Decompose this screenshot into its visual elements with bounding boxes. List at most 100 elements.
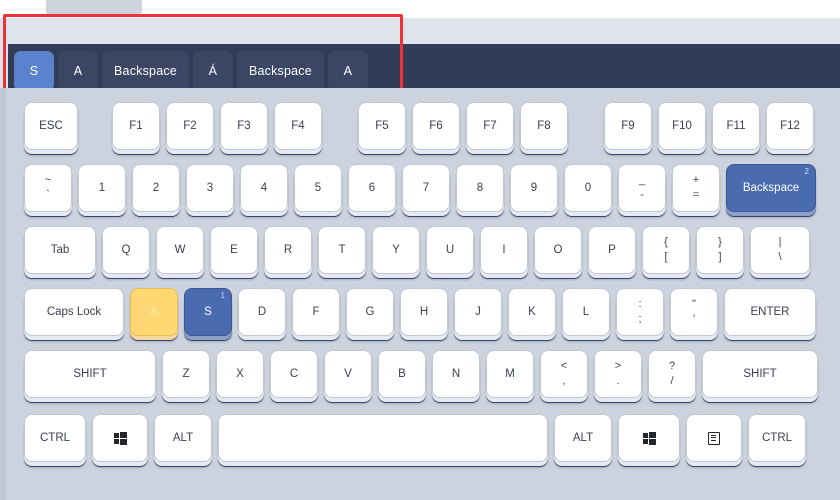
key-label: X: [236, 368, 244, 380]
key-r[interactable]: R: [264, 226, 312, 274]
windows-icon: [113, 432, 127, 445]
key-f9[interactable]: F9: [604, 102, 652, 150]
key-f4[interactable]: F4: [274, 102, 322, 150]
key-v[interactable]: V: [324, 350, 372, 398]
key-menu-icon[interactable]: [686, 414, 742, 462]
key-q[interactable]: Q: [102, 226, 150, 274]
key-j[interactable]: J: [454, 288, 502, 336]
key-?/[interactable]: ? /: [648, 350, 696, 398]
suggestion-item[interactable]: A: [58, 51, 98, 91]
key-label: 5: [314, 182, 322, 194]
key-caps-lock[interactable]: Caps Lock: [24, 288, 124, 336]
key-{[[interactable]: {[: [642, 226, 690, 274]
key-windows-icon[interactable]: [92, 414, 148, 462]
key-f8[interactable]: F8: [520, 102, 568, 150]
key-label: A: [150, 306, 158, 318]
suggestion-item[interactable]: S: [14, 51, 54, 91]
key-4[interactable]: 4: [240, 164, 288, 212]
key-:;[interactable]: :;: [616, 288, 664, 336]
key-label: CTRL: [39, 432, 71, 444]
key-label: W: [174, 244, 186, 256]
keyboard-shift-row: SHIFT Z X C V B N M <, >.? / SHIFT: [24, 350, 824, 398]
key-n[interactable]: N: [432, 350, 480, 398]
key-f12[interactable]: F12: [766, 102, 814, 150]
key-|\[interactable]: | \: [750, 226, 810, 274]
key-p[interactable]: P: [588, 226, 636, 274]
key-alt[interactable]: ALT: [154, 414, 212, 462]
key-8[interactable]: 8: [456, 164, 504, 212]
key-shift[interactable]: SHIFT: [24, 350, 156, 398]
key-label: Z: [182, 368, 190, 380]
key-a[interactable]: A3: [130, 288, 178, 336]
key-label: F12: [780, 120, 800, 132]
key-dual-legend: ~ `: [45, 174, 51, 201]
key-lower-legend: \: [778, 250, 782, 263]
key-u[interactable]: U: [426, 226, 474, 274]
key-b[interactable]: B: [378, 350, 426, 398]
key-y[interactable]: Y: [372, 226, 420, 274]
key-5[interactable]: 5: [294, 164, 342, 212]
key-lower-legend: =: [692, 188, 700, 201]
key-x[interactable]: X: [216, 350, 264, 398]
key-ctrl[interactable]: CTRL: [748, 414, 806, 462]
key-upper-legend: <: [560, 359, 568, 372]
key-s[interactable]: S1: [184, 288, 232, 336]
key->.[interactable]: >.: [594, 350, 642, 398]
key-l[interactable]: L: [562, 288, 610, 336]
key-enter[interactable]: ENTER: [724, 288, 816, 336]
key-o[interactable]: O: [534, 226, 582, 274]
key-9[interactable]: 9: [510, 164, 558, 212]
suggestion-item[interactable]: Á: [192, 51, 233, 91]
key-c[interactable]: C: [270, 350, 318, 398]
key-w[interactable]: W: [156, 226, 204, 274]
key-d[interactable]: D: [238, 288, 286, 336]
key-t[interactable]: T: [318, 226, 366, 274]
key-f10[interactable]: F10: [658, 102, 706, 150]
key-_-[interactable]: _ -: [618, 164, 666, 212]
key-f3[interactable]: F3: [220, 102, 268, 150]
key-0[interactable]: 0: [564, 164, 612, 212]
key-f6[interactable]: F6: [412, 102, 460, 150]
app-root: S A Backspace Á Backspace A ESC F1 F2 F3 F4 F5 F6 F7…: [0, 0, 840, 500]
key-esc[interactable]: ESC: [24, 102, 78, 150]
key-f1[interactable]: F1: [112, 102, 160, 150]
key-1[interactable]: 1: [78, 164, 126, 212]
key-dual-legend: <,: [560, 359, 568, 387]
key-alt[interactable]: ALT: [554, 414, 612, 462]
suggestion-item[interactable]: Backspace: [102, 51, 189, 91]
key-e[interactable]: E: [210, 226, 258, 274]
key-tab[interactable]: Tab: [24, 226, 96, 274]
key-3[interactable]: 3: [186, 164, 234, 212]
key-backspace[interactable]: Backspace 2: [726, 164, 816, 212]
key-f2[interactable]: F2: [166, 102, 214, 150]
key-}][interactable]: }]: [696, 226, 744, 274]
key-f11[interactable]: F11: [712, 102, 760, 150]
key-lower-legend: /: [670, 374, 674, 387]
key-label: F7: [483, 120, 497, 132]
key-label: R: [283, 244, 293, 256]
space-key[interactable]: [218, 414, 548, 462]
key-~`[interactable]: ~ `: [24, 164, 72, 212]
key-<,[interactable]: <,: [540, 350, 588, 398]
key-shift[interactable]: SHIFT: [702, 350, 818, 398]
key-6[interactable]: 6: [348, 164, 396, 212]
key-7[interactable]: 7: [402, 164, 450, 212]
key-k[interactable]: K: [508, 288, 556, 336]
key-f7[interactable]: F7: [466, 102, 514, 150]
key-z[interactable]: Z: [162, 350, 210, 398]
key-h[interactable]: H: [400, 288, 448, 336]
key-ctrl[interactable]: CTRL: [24, 414, 86, 462]
suggestion-item[interactable]: A: [327, 51, 368, 91]
key-f5[interactable]: F5: [358, 102, 406, 150]
key-g[interactable]: G: [346, 288, 394, 336]
key-upper-legend: +: [692, 173, 700, 186]
suggestion-item[interactable]: Backspace: [236, 51, 324, 91]
key-+=[interactable]: + =: [672, 164, 720, 212]
key-2[interactable]: 2: [132, 164, 180, 212]
key-label: T: [338, 244, 346, 256]
key-"'[interactable]: " ': [670, 288, 718, 336]
key-windows-icon[interactable]: [618, 414, 680, 462]
key-f[interactable]: F: [292, 288, 340, 336]
key-i[interactable]: I: [480, 226, 528, 274]
key-m[interactable]: M: [486, 350, 534, 398]
